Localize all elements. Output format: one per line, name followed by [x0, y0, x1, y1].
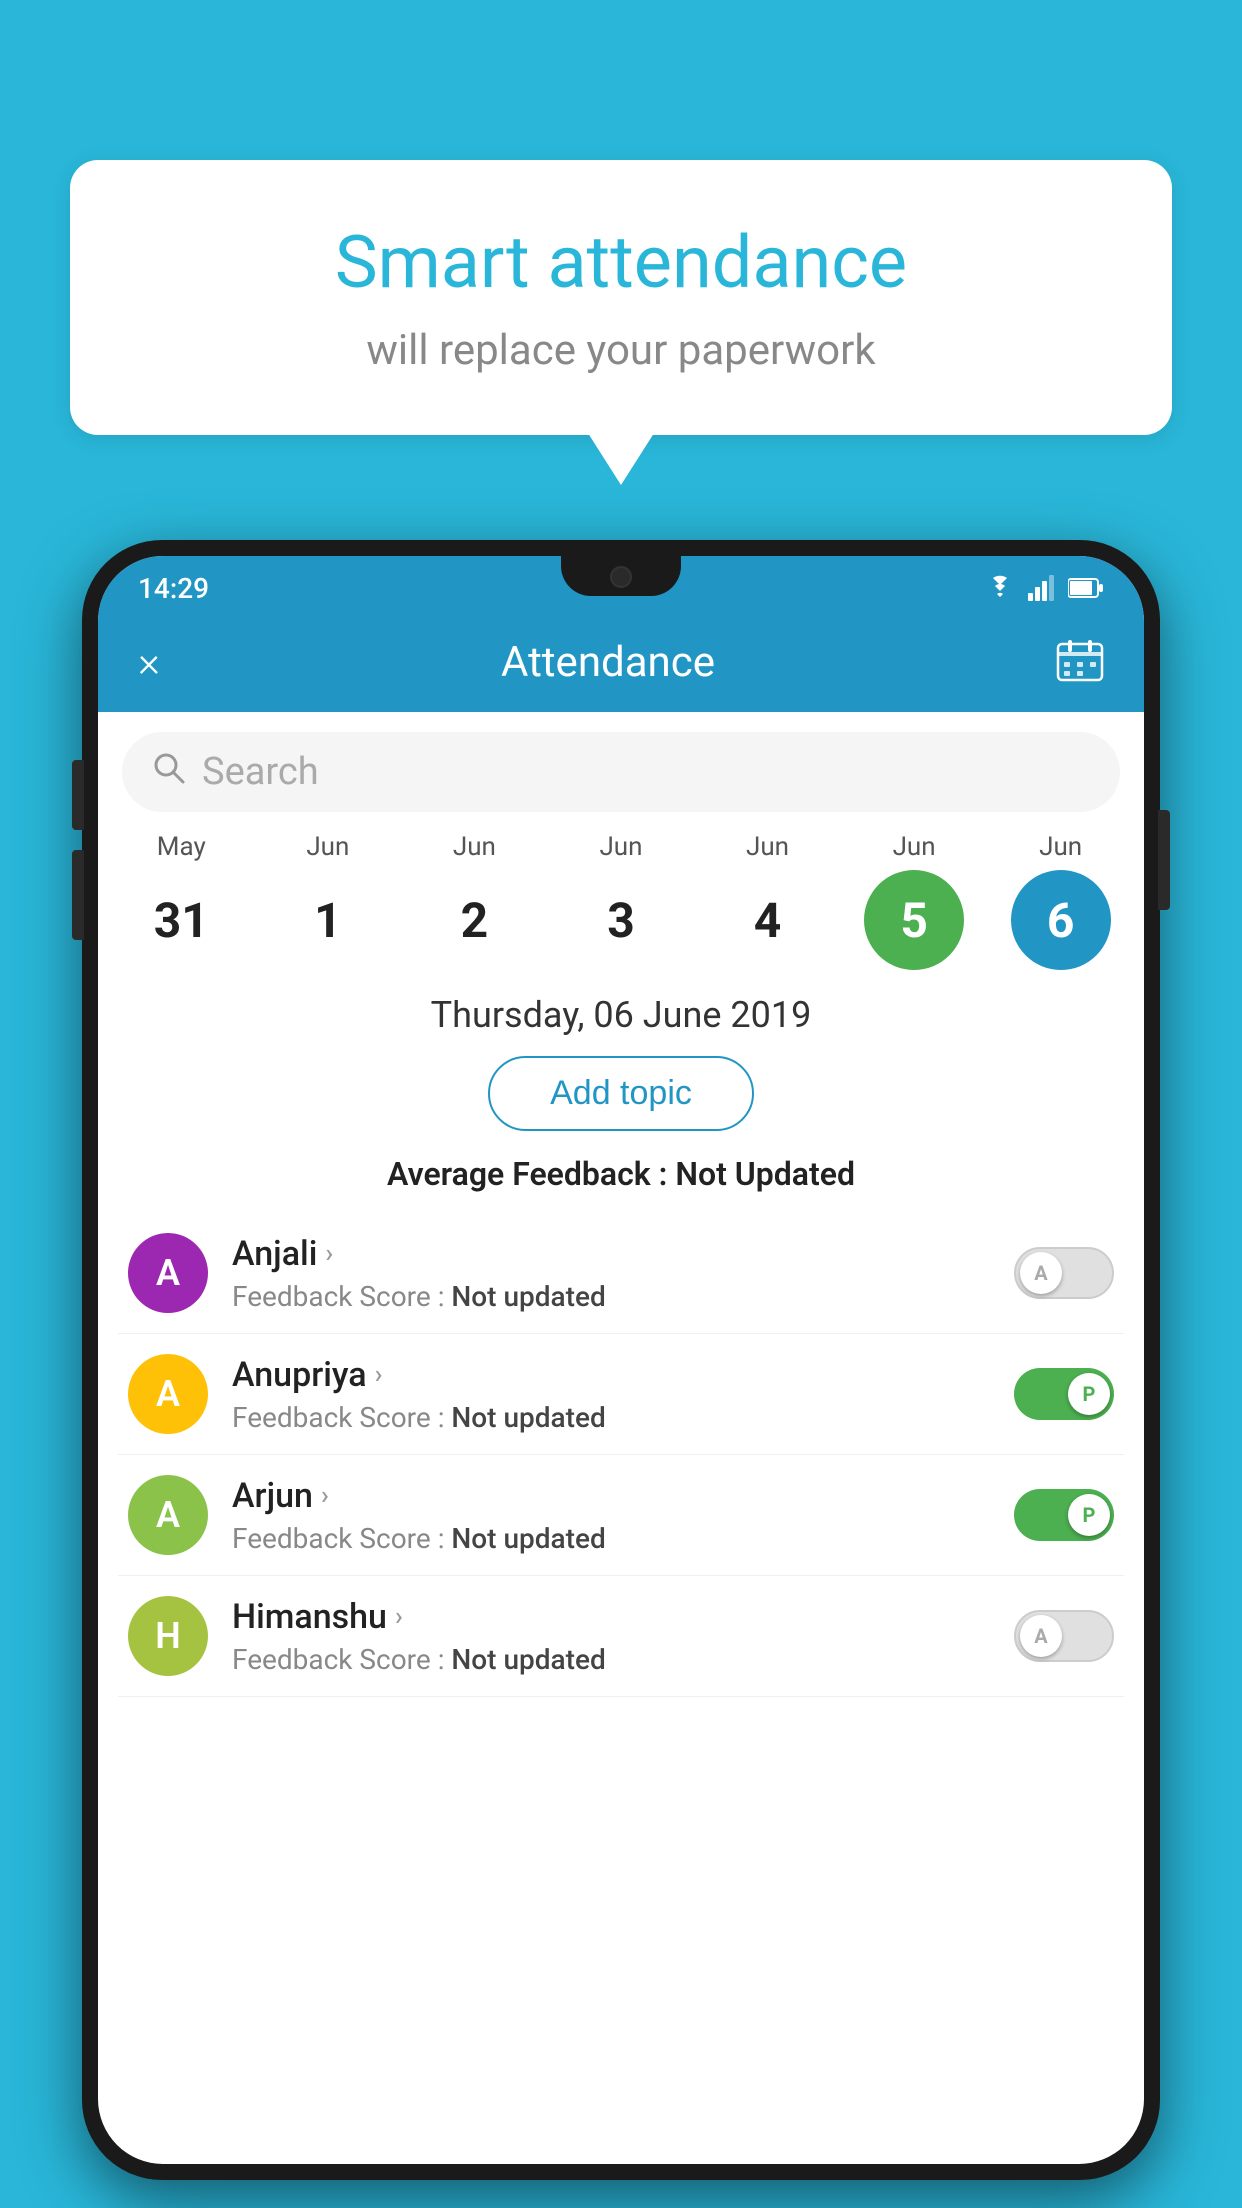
wifi-icon	[984, 575, 1016, 601]
front-camera	[610, 566, 632, 588]
attendance-toggle[interactable]: A	[1014, 1247, 1114, 1299]
toggle-switch[interactable]: A	[1014, 1247, 1114, 1299]
vol-up-button	[72, 760, 84, 830]
cal-month-label: Jun	[453, 832, 496, 862]
toggle-switch[interactable]: P	[1014, 1368, 1114, 1420]
toggle-switch[interactable]: A	[1014, 1610, 1114, 1662]
phone-frame: 14:29	[82, 540, 1160, 2180]
toggle-switch[interactable]: P	[1014, 1489, 1114, 1541]
student-feedback: Feedback Score : Not updated	[232, 1280, 990, 1313]
background: Smart attendance will replace your paper…	[0, 0, 1242, 2208]
app-header: × Attendance	[98, 612, 1144, 712]
phone-container: 14:29	[82, 540, 1160, 2208]
selected-date: Thursday, 06 June 2019	[98, 994, 1144, 1036]
student-feedback: Feedback Score : Not updated	[232, 1401, 990, 1434]
cal-month-label: Jun	[1039, 832, 1082, 862]
bubble-subtitle: will replace your paperwork	[140, 326, 1102, 375]
battery-icon	[1068, 577, 1104, 599]
cal-month-label: Jun	[746, 832, 789, 862]
cal-day-number: 1	[278, 870, 378, 970]
cal-day-number: 5	[864, 870, 964, 970]
cal-day-number: 6	[1011, 870, 1111, 970]
student-avatar: A	[128, 1354, 208, 1434]
student-avatar: A	[128, 1475, 208, 1555]
search-bar[interactable]: Search	[122, 732, 1120, 812]
calendar-day-5[interactable]: Jun 5	[844, 832, 984, 970]
student-avatar: A	[128, 1233, 208, 1313]
cal-month-label: Jun	[599, 832, 642, 862]
header-title: Attendance	[501, 638, 715, 687]
student-name: Anjali ›	[232, 1234, 990, 1274]
student-info: Anupriya › Feedback Score : Not updated	[232, 1355, 990, 1434]
calendar-row: May 31 Jun 1 Jun 2 Jun 3 Jun 4 Jun 5 Jun 6	[98, 832, 1144, 970]
app-content: Search May 31 Jun 1 Jun 2 Jun 3 Jun 4 Jun 5 Jun 6 Thu…	[98, 712, 1144, 2164]
search-placeholder: Search	[202, 750, 319, 794]
chevron-icon: ›	[395, 1602, 403, 1632]
cal-month-label: Jun	[306, 832, 349, 862]
chevron-icon: ›	[375, 1360, 383, 1390]
status-icons	[984, 575, 1104, 601]
student-item-1[interactable]: A Anupriya › Feedback Score : Not updated P	[118, 1334, 1124, 1455]
chevron-icon: ›	[325, 1239, 333, 1269]
student-item-3[interactable]: H Himanshu › Feedback Score : Not updated A	[118, 1576, 1124, 1697]
cal-month-label: May	[157, 832, 206, 862]
search-icon	[152, 751, 186, 794]
avg-feedback: Average Feedback : Not Updated	[98, 1155, 1144, 1193]
student-item-0[interactable]: A Anjali › Feedback Score : Not updated A	[118, 1213, 1124, 1334]
student-name: Anupriya ›	[232, 1355, 990, 1395]
calendar-day-2[interactable]: Jun 2	[404, 832, 544, 970]
student-avatar: H	[128, 1596, 208, 1676]
student-name: Arjun ›	[232, 1476, 990, 1516]
speech-bubble-container: Smart attendance will replace your paper…	[70, 160, 1172, 435]
student-name: Himanshu ›	[232, 1597, 990, 1637]
calendar-day-3[interactable]: Jun 3	[551, 832, 691, 970]
student-info: Himanshu › Feedback Score : Not updated	[232, 1597, 990, 1676]
student-info: Anjali › Feedback Score : Not updated	[232, 1234, 990, 1313]
cal-day-number: 2	[424, 870, 524, 970]
student-feedback: Feedback Score : Not updated	[232, 1643, 990, 1676]
signal-icon	[1028, 575, 1056, 601]
toggle-knob: A	[1020, 1615, 1062, 1657]
student-feedback: Feedback Score : Not updated	[232, 1522, 990, 1555]
cal-day-number: 31	[131, 870, 231, 970]
speech-bubble: Smart attendance will replace your paper…	[70, 160, 1172, 435]
close-button[interactable]: ×	[138, 638, 160, 687]
toggle-knob: P	[1068, 1373, 1110, 1415]
cal-day-number: 3	[571, 870, 671, 970]
toggle-knob: P	[1068, 1494, 1110, 1536]
phone-screen: 14:29	[98, 556, 1144, 2164]
attendance-toggle[interactable]: A	[1014, 1610, 1114, 1662]
add-topic-button[interactable]: Add topic	[488, 1056, 754, 1131]
vol-down-button	[72, 850, 84, 940]
calendar-icon[interactable]	[1056, 638, 1104, 686]
attendance-toggle[interactable]: P	[1014, 1489, 1114, 1541]
calendar-day-6[interactable]: Jun 6	[991, 832, 1131, 970]
toggle-knob: A	[1020, 1252, 1062, 1294]
student-item-2[interactable]: A Arjun › Feedback Score : Not updated P	[118, 1455, 1124, 1576]
bubble-title: Smart attendance	[140, 220, 1102, 306]
attendance-toggle[interactable]: P	[1014, 1368, 1114, 1420]
status-time: 14:29	[138, 572, 209, 605]
phone-notch	[561, 556, 681, 596]
calendar-day-31[interactable]: May 31	[111, 832, 251, 970]
student-info: Arjun › Feedback Score : Not updated	[232, 1476, 990, 1555]
cal-day-number: 4	[718, 870, 818, 970]
chevron-icon: ›	[321, 1481, 329, 1511]
student-list: AAnjali ›Feedback Score : Not updatedAAA…	[98, 1213, 1144, 1697]
power-button	[1158, 810, 1170, 910]
cal-month-label: Jun	[893, 832, 936, 862]
calendar-day-4[interactable]: Jun 4	[698, 832, 838, 970]
calendar-day-1[interactable]: Jun 1	[258, 832, 398, 970]
